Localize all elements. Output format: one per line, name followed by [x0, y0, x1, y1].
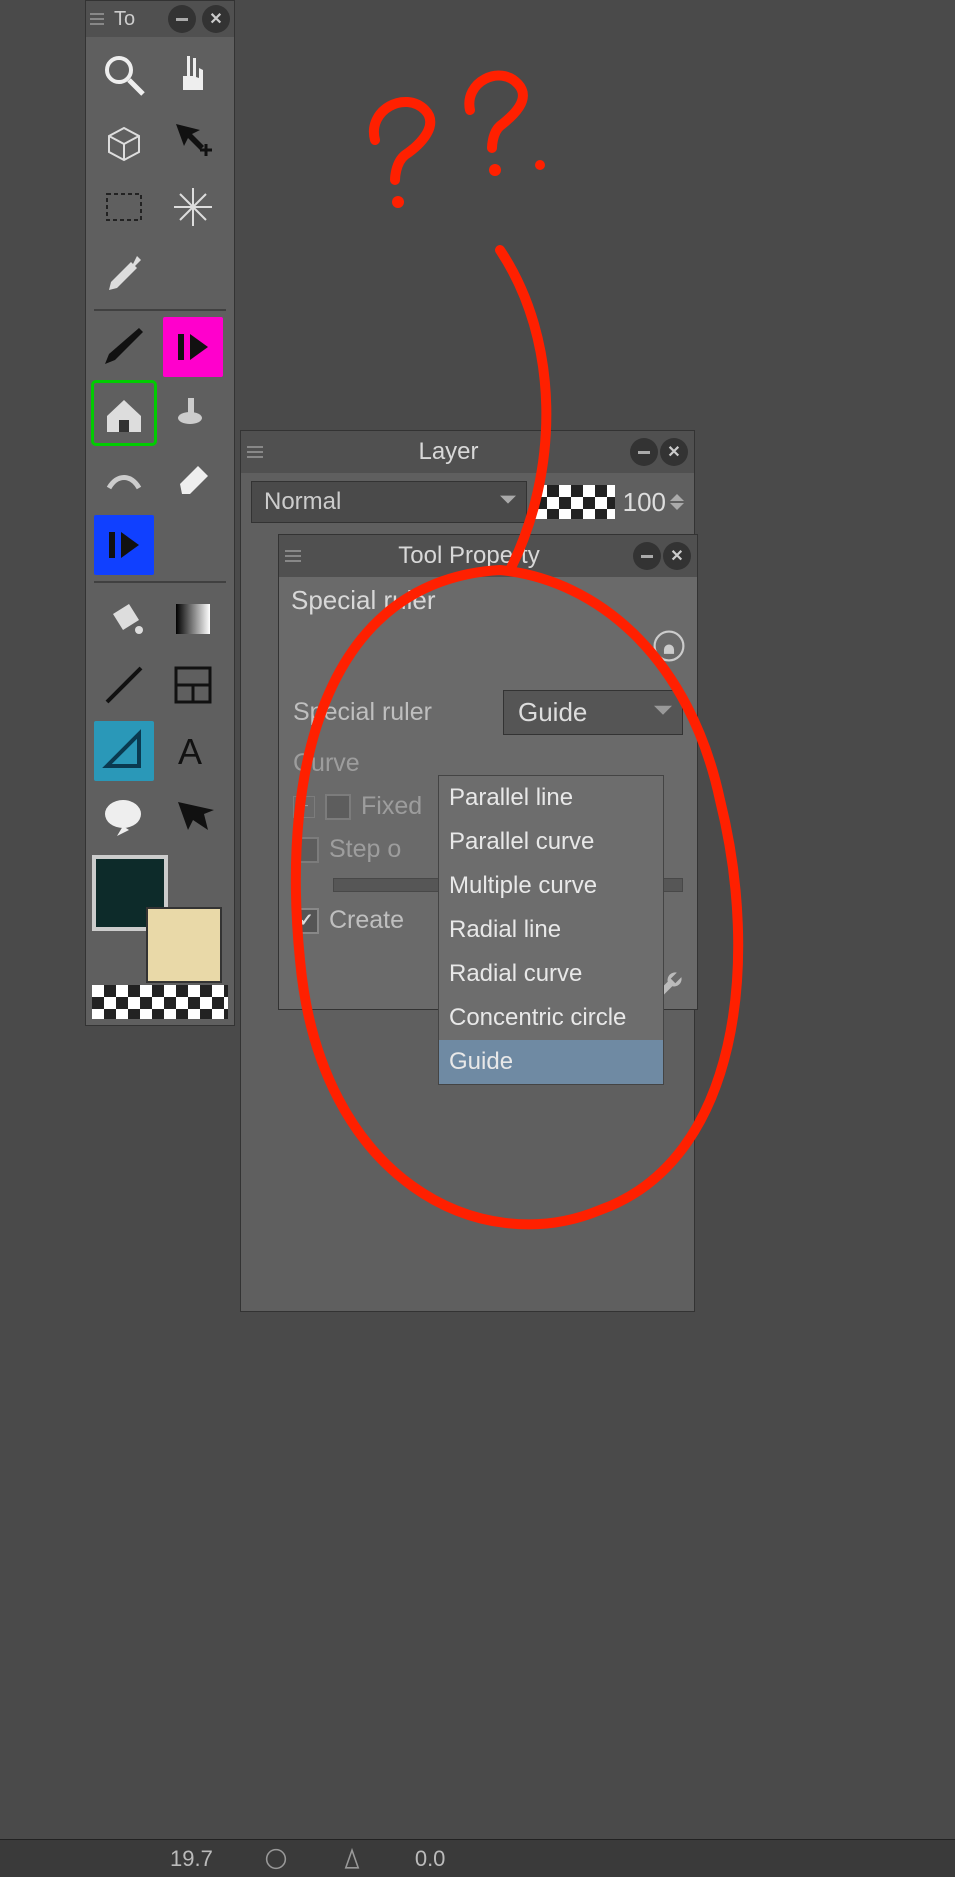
- ruler-triangle-icon: [99, 726, 149, 776]
- minimize-button[interactable]: [633, 542, 661, 570]
- marquee-icon: [99, 182, 149, 232]
- play-id-icon: [168, 322, 218, 372]
- pen-tool[interactable]: [94, 317, 154, 377]
- balloon-tool[interactable]: [94, 787, 154, 847]
- decoration-tool[interactable]: [94, 383, 154, 443]
- close-button[interactable]: [663, 542, 691, 570]
- blend-tool[interactable]: [94, 449, 154, 509]
- create-checkbox[interactable]: [293, 908, 319, 934]
- special-ruler-value: Guide: [518, 697, 587, 727]
- status-value-2: 0.0: [415, 1846, 446, 1872]
- frame-icon: [168, 660, 218, 710]
- dropdown-option-parallel-curve[interactable]: Parallel curve: [439, 820, 663, 864]
- subtool-name: Special ruler: [279, 577, 697, 624]
- cube-icon: [99, 116, 149, 166]
- sparkle-icon: [168, 182, 218, 232]
- opacity-spinner[interactable]: 100: [623, 487, 684, 518]
- fixed-label: Fixed: [361, 792, 422, 821]
- step-checkbox[interactable]: [293, 837, 319, 863]
- transparent-color[interactable]: [92, 985, 228, 1019]
- grip-icon: [285, 545, 307, 567]
- dropdown-option-concentric-circle[interactable]: Concentric circle: [439, 996, 663, 1040]
- zoom-tool[interactable]: [94, 45, 154, 105]
- tool-property-title: Tool Property: [307, 542, 631, 570]
- blend-mode-value: Normal: [264, 488, 341, 515]
- special-ruler-dropdown-popup: Parallel line Parallel curve Multiple cu…: [438, 775, 664, 1085]
- eyedropper-icon: [99, 248, 149, 298]
- rotate-tool[interactable]: [94, 111, 154, 171]
- text-a-icon: A: [168, 726, 218, 776]
- magnifier-icon: [99, 50, 149, 100]
- frame-tool[interactable]: [163, 655, 223, 715]
- expand-toggle[interactable]: +: [293, 796, 315, 818]
- status-bar: 19.7 0.0: [0, 1839, 955, 1877]
- smudge-icon: [99, 454, 149, 504]
- background-color[interactable]: [146, 907, 222, 983]
- eraser-tool[interactable]: [163, 449, 223, 509]
- minimize-button[interactable]: [630, 438, 658, 466]
- eyedropper-tool[interactable]: [94, 243, 154, 303]
- special-ruler-label: Special ruler: [293, 698, 432, 727]
- fixed-checkbox[interactable]: [325, 794, 351, 820]
- hand-tool[interactable]: [163, 45, 223, 105]
- dropdown-option-parallel-line[interactable]: Parallel line: [439, 776, 663, 820]
- tool-palette-panel: To: [85, 0, 235, 1026]
- house-icon: [99, 388, 149, 438]
- special-ruler-select[interactable]: Guide: [503, 690, 683, 735]
- close-button[interactable]: [660, 438, 688, 466]
- cursor-move-icon: [168, 116, 218, 166]
- dropdown-option-radial-curve[interactable]: Radial curve: [439, 952, 663, 996]
- gradient-icon: [168, 594, 218, 644]
- pen-icon: [99, 322, 149, 372]
- blend-mode-dropdown[interactable]: Normal: [251, 481, 527, 523]
- ruler-tool[interactable]: [94, 721, 154, 781]
- eraser-icon: [168, 454, 218, 504]
- line-tool[interactable]: [94, 655, 154, 715]
- status-value-1: 19.7: [170, 1846, 213, 1872]
- dropdown-option-radial-line[interactable]: Radial line: [439, 908, 663, 952]
- airbrush-icon: [168, 388, 218, 438]
- dropdown-option-multiple-curve[interactable]: Multiple curve: [439, 864, 663, 908]
- tool-palette-title: To: [114, 8, 162, 31]
- grip-icon: [90, 9, 110, 29]
- move-tool[interactable]: [163, 111, 223, 171]
- bucket-icon: [99, 594, 149, 644]
- minimize-button[interactable]: [168, 5, 196, 33]
- gradient-tool[interactable]: [163, 589, 223, 649]
- create-label: Create: [329, 906, 404, 935]
- close-button[interactable]: [202, 5, 230, 33]
- correct-line-tool[interactable]: [163, 787, 223, 847]
- tool-palette-header[interactable]: To: [86, 1, 234, 37]
- cursor-edit-icon: [168, 792, 218, 842]
- curve-label: Curve: [293, 749, 360, 778]
- opacity-value: 100: [623, 487, 666, 518]
- opacity-slider-track[interactable]: [535, 485, 615, 519]
- tool-property-header[interactable]: Tool Property: [279, 535, 697, 577]
- marker-tool[interactable]: [163, 317, 223, 377]
- fill-tool[interactable]: [94, 589, 154, 649]
- layer-panel-header[interactable]: Layer: [241, 431, 694, 473]
- layer-panel-title: Layer: [269, 438, 628, 466]
- step-label: Step o: [329, 835, 401, 864]
- nav-icon-2[interactable]: [339, 1846, 365, 1872]
- line-icon: [99, 660, 149, 710]
- hand-icon: [168, 50, 218, 100]
- play-tool[interactable]: [94, 515, 154, 575]
- color-swatches[interactable]: [86, 855, 234, 985]
- grip-icon: [247, 441, 269, 463]
- play-id-icon: [99, 520, 149, 570]
- wand-tool[interactable]: [163, 177, 223, 237]
- lock-wrench-icon[interactable]: [651, 628, 687, 664]
- balloon-icon: [99, 792, 149, 842]
- dropdown-option-guide[interactable]: Guide: [439, 1040, 663, 1084]
- text-tool[interactable]: A: [163, 721, 223, 781]
- nav-icon-1[interactable]: [263, 1846, 289, 1872]
- svg-text:A: A: [178, 731, 202, 772]
- marquee-tool[interactable]: [94, 177, 154, 237]
- airbrush-tool[interactable]: [163, 383, 223, 443]
